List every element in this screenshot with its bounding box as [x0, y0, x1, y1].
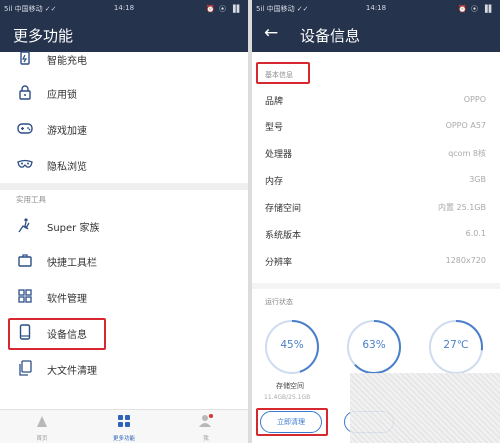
info-value: qcom 8核: [448, 149, 486, 158]
info-value: OPPO: [463, 95, 486, 104]
highlight-box: [8, 318, 106, 350]
mask-icon: [17, 159, 33, 168]
menu-item-app-manager[interactable]: 软件管理: [0, 280, 248, 314]
status-icons: ⏰ ⦿ ▐▌: [458, 5, 495, 13]
page-title: 设备信息: [300, 27, 361, 45]
gamepad-icon: [17, 123, 33, 134]
nav-me[interactable]: 我: [176, 413, 236, 442]
info-value: 内置 25.1GB: [437, 203, 486, 212]
info-key: 分辨率: [265, 258, 293, 268]
apps-icon: [118, 415, 130, 427]
status-icons: ⏰ ⦿ ▐▌: [206, 5, 243, 13]
nav-label: 首页: [36, 436, 48, 442]
info-value: OPPO A57: [445, 121, 486, 130]
gauge-value: 27℃: [443, 339, 469, 351]
grid-icon: [18, 289, 32, 303]
info-row-memory: 内存 3GB: [252, 168, 500, 194]
gauge-value: 63%: [362, 339, 386, 351]
info-row-resolution: 分辨率 1280x720: [252, 249, 500, 275]
info-key: 系统版本: [265, 231, 302, 241]
toolbox-icon: [18, 254, 32, 267]
device-info-screen: 5il 中国移动 ✓✓ 14:18 ⏰ ⦿ ▐▌ ← 设备信息 基本信息 品牌 …: [252, 0, 500, 443]
info-value: 3GB: [469, 175, 486, 184]
menu-item-large-file-cleanup[interactable]: 大文件清理: [0, 352, 248, 386]
info-row-model: 型号 OPPO A57: [252, 114, 500, 140]
info-key: 品牌: [265, 97, 284, 107]
status-bar: 5il 中国移动 ✓✓ 14:18 ⏰ ⦿ ▐▌: [0, 0, 248, 17]
section-title-tools: 实用工具: [16, 195, 46, 204]
menu-item-quick-toolbar[interactable]: 快捷工具栏: [0, 244, 248, 278]
nav-more-features[interactable]: 更多功能: [94, 413, 154, 442]
storage-value: 11.4GB/25.1GB: [264, 394, 311, 401]
family-icon: [18, 218, 30, 233]
section-divider: [0, 183, 248, 190]
gauge-value: 45%: [280, 339, 304, 351]
basic-info-card: 基本信息 品牌 OPPO 型号 OPPO A57 处理器 qcom 8核 内存 …: [252, 52, 500, 283]
menu-item-label: 游戏加速: [47, 126, 87, 137]
storage-label: 存储空间: [276, 382, 304, 390]
status-bar: 5il 中国移动 ✓✓ 14:18 ⏰ ⦿ ▐▌: [252, 0, 500, 17]
menu-item-label: 大文件清理: [47, 366, 97, 377]
back-arrow-icon[interactable]: ←: [264, 23, 278, 43]
user-icon: [199, 414, 213, 427]
header-bar: ← 设备信息: [252, 17, 500, 52]
nav-label: 我: [203, 436, 209, 442]
watermark-overlay: [350, 373, 500, 443]
highlight-box: [256, 408, 328, 436]
running-status-card: 运行状态 45% 63% 27℃ 存储空间 11.4GB/25.1GB 立即清理: [252, 289, 500, 443]
highlight-box: [256, 62, 310, 84]
info-row-storage: 存储空间 内置 25.1GB: [252, 195, 500, 221]
menu-item-label: 智能充电: [47, 56, 87, 67]
menu-item-label: 快捷工具栏: [47, 258, 97, 269]
menu-item-smart-charge[interactable]: 智能充电: [0, 42, 248, 76]
info-row-os-version: 系统版本 6.0.1: [252, 222, 500, 248]
files-icon: [19, 360, 32, 376]
info-key: 型号: [265, 123, 284, 133]
info-value: 1280x720: [445, 256, 486, 265]
menu-item-label: Super 家族: [47, 223, 100, 234]
nav-label: 更多功能: [112, 436, 135, 442]
menu-item-super-family[interactable]: Super 家族: [0, 209, 248, 243]
more-features-screen: 5il 中国移动 ✓✓ 14:18 ⏰ ⦿ ▐▌ 更多功能 智能充电 应用锁 游…: [0, 0, 248, 443]
info-row-brand: 品牌 OPPO: [252, 88, 500, 114]
menu-item-app-lock[interactable]: 应用锁: [0, 76, 248, 110]
menu-item-private-browse[interactable]: 隐私浏览: [0, 148, 248, 182]
gauge-storage: 45%: [264, 319, 320, 375]
menu-item-label: 应用锁: [47, 90, 77, 101]
info-value: 6.0.1: [465, 229, 486, 238]
menu-item-game-boost[interactable]: 游戏加速: [0, 112, 248, 146]
bottom-nav: 首页 更多功能 我: [0, 409, 248, 443]
nav-home[interactable]: 首页: [12, 413, 72, 442]
info-key: 内存: [265, 177, 284, 187]
charge-icon: [20, 51, 30, 65]
gauge-memory: 63%: [346, 319, 402, 375]
gauge-temperature: 27℃: [428, 319, 484, 375]
menu-item-label: 隐私浏览: [47, 162, 87, 173]
info-row-processor: 处理器 qcom 8核: [252, 141, 500, 167]
home-icon: [37, 416, 47, 427]
lock-icon: [19, 85, 31, 100]
running-status-label: 运行状态: [265, 298, 293, 306]
info-key: 处理器: [265, 150, 293, 160]
info-key: 存储空间: [265, 204, 302, 214]
menu-item-label: 软件管理: [47, 294, 87, 305]
